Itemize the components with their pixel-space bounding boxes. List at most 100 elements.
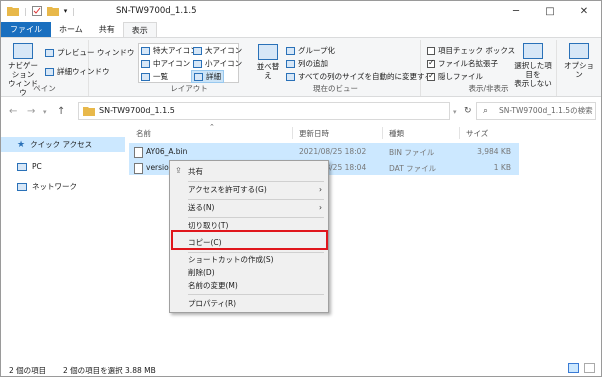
navigation-pane-label: ナビゲーション [8, 61, 38, 79]
hidden-files-toggle[interactable]: 隠しファイル [427, 71, 483, 82]
tab-file[interactable]: ファイル [1, 22, 51, 37]
details-label: 詳細 [206, 72, 221, 81]
layout-details[interactable]: 詳細 [191, 70, 224, 83]
nav-pc[interactable]: PC [17, 162, 42, 171]
column-date[interactable]: 更新日時 [299, 128, 329, 139]
file-date: 2021/08/25 18:02 [299, 147, 367, 156]
extensions-toggle[interactable]: ファイル名拡張子 [427, 58, 498, 69]
column-name[interactable]: 名前 [136, 128, 151, 139]
column-type[interactable]: 種類 [389, 128, 404, 139]
sort-button[interactable]: 並べ替え [254, 44, 282, 80]
tab-home[interactable]: ホーム [51, 22, 91, 37]
hide-selected-button[interactable]: 選択した項目を 表示しない [511, 43, 555, 88]
item-checkboxes-toggle[interactable]: 項目チェック ボックス [427, 45, 515, 56]
add-columns-button[interactable]: 列の追加 [286, 58, 328, 69]
options-label: オプション [564, 61, 594, 79]
m-icons-icon [141, 59, 150, 68]
menu-item-grant-access[interactable]: アクセスを許可する(G) › [188, 183, 322, 196]
large-icons-view-icon[interactable] [584, 363, 595, 373]
chevron-down-icon[interactable]: ▾ [64, 7, 68, 15]
copy-highlight-box [171, 230, 328, 250]
add-columns-label: 列の追加 [298, 59, 328, 68]
checkbox[interactable] [427, 46, 435, 55]
file-icon [134, 163, 143, 174]
column-size[interactable]: サイズ [466, 128, 488, 139]
tab-view[interactable]: 表示 [122, 22, 157, 37]
menu-item-properties[interactable]: プロパティ(R) [188, 297, 322, 310]
options-button[interactable]: オプション [561, 43, 597, 79]
item-checkboxes-label: 項目チェック ボックス [438, 46, 516, 55]
menu-item-delete[interactable]: 削除(D) [188, 266, 322, 279]
grant-access-label: アクセスを許可する(G) [188, 185, 267, 194]
back-arrow-icon[interactable]: ← [9, 106, 17, 117]
address-bar[interactable]: SN-TW9700d_1.1.5 [78, 102, 450, 120]
s-icons-icon [193, 59, 202, 68]
menu-item-share[interactable]: 共有 [188, 165, 322, 178]
details-icon [194, 72, 203, 81]
layout-m-icons[interactable]: 中アイコン [141, 58, 190, 69]
refresh-icon[interactable]: ↻ [464, 106, 472, 116]
divider [292, 127, 293, 139]
details-pane-icon [45, 67, 54, 76]
chevron-right-icon: › [319, 203, 322, 212]
quick-access-label: クイック アクセス [30, 140, 93, 149]
menu-divider [188, 199, 324, 200]
sort-chevron-icon: ⌃ [209, 123, 215, 131]
l-icons-label: 大アイコン [205, 46, 243, 55]
group-by-button[interactable]: グループ化 [286, 45, 335, 56]
size-columns-icon [286, 72, 295, 81]
minimize-button[interactable]: ─ [499, 1, 533, 21]
menu-item-send-to[interactable]: 送る(N) › [188, 201, 322, 214]
nav-quick-access[interactable]: ★ クイック アクセス [1, 137, 125, 152]
chevron-down-icon[interactable]: ▾ [43, 108, 47, 116]
up-arrow-icon[interactable]: ↑ [57, 106, 65, 117]
xl-icons-label: 特大アイコン [153, 46, 198, 55]
close-button[interactable]: ✕ [567, 1, 601, 21]
new-folder-icon[interactable] [46, 6, 59, 16]
search-icon: ⌕ [483, 106, 489, 116]
nav-network[interactable]: ネットワーク [17, 181, 77, 192]
share-icon: ⇪ [175, 166, 182, 175]
m-icons-label: 中アイコン [153, 59, 191, 68]
breadcrumb[interactable]: SN-TW9700d_1.1.5 [99, 106, 175, 115]
properties-icon[interactable] [31, 6, 42, 16]
separator: | [72, 6, 75, 16]
chevron-down-icon[interactable]: ▾ [453, 108, 457, 116]
menu-item-create-shortcut[interactable]: ショートカットの作成(S) [188, 253, 322, 266]
file-type: BIN ファイル [389, 148, 435, 157]
layout-l-icons[interactable]: 大アイコン [193, 45, 242, 56]
list-label: 一覧 [153, 72, 168, 81]
title-bar: | ▾ | SN-TW9700d_1.1.5 ─ □ ✕ [1, 1, 601, 22]
selection-info: 2 個の項目を選択 3.88 MB [63, 366, 156, 375]
details-view-icon[interactable] [568, 363, 579, 373]
quick-access-toolbar: | ▾ | [7, 6, 75, 16]
layout-xl-icons[interactable]: 特大アイコン [141, 45, 198, 56]
size-all-columns-button[interactable]: すべての列のサイズを自動的に変更する [286, 71, 432, 82]
table-row[interactable]: AY06_A.bin 2021/08/25 18:02 BIN ファイル 3,9… [129, 143, 519, 159]
group-label: レイアウト [170, 84, 208, 93]
ribbon: ナビゲーション ウィンドウ プレビュー ウィンドウ 詳細ウィンドウ ペイン 特大… [1, 37, 601, 97]
s-icons-label: 小アイコン [205, 59, 243, 68]
layout-list[interactable]: 一覧 [141, 71, 168, 82]
address-row: ← → ▾ ↑ SN-TW9700d_1.1.5 ▾ ↻ ⌕ SN-TW9700… [1, 98, 601, 124]
maximize-button[interactable]: □ [533, 1, 567, 21]
tab-share[interactable]: 共有 [91, 22, 123, 37]
send-to-label: 送る(N) [188, 203, 215, 212]
separator: | [24, 6, 27, 16]
group-label: 表示/非表示 [468, 84, 509, 93]
pc-label: PC [32, 162, 42, 171]
star-icon: ★ [17, 139, 26, 150]
layout-s-icons[interactable]: 小アイコン [193, 58, 242, 69]
extensions-label: ファイル名拡張子 [438, 59, 498, 68]
menu-divider [188, 181, 324, 182]
menu-divider [188, 294, 324, 295]
forward-arrow-icon[interactable]: → [27, 106, 35, 117]
sort-icon [258, 44, 278, 60]
navigation-pane: ★ クイック アクセス PC ネットワーク [1, 125, 126, 355]
file-size: 3,984 KB [477, 147, 511, 156]
checkbox-checked[interactable] [427, 58, 435, 68]
current-view-group: 並べ替え グループ化 列の追加 すべての列のサイズを自動的に変更する 現在のビュ… [251, 40, 432, 96]
search-input[interactable]: ⌕ SN-TW9700d_1.1.5の検索 [476, 102, 596, 120]
checkbox-checked[interactable] [427, 71, 435, 81]
menu-item-rename[interactable]: 名前の変更(M) [188, 279, 322, 292]
